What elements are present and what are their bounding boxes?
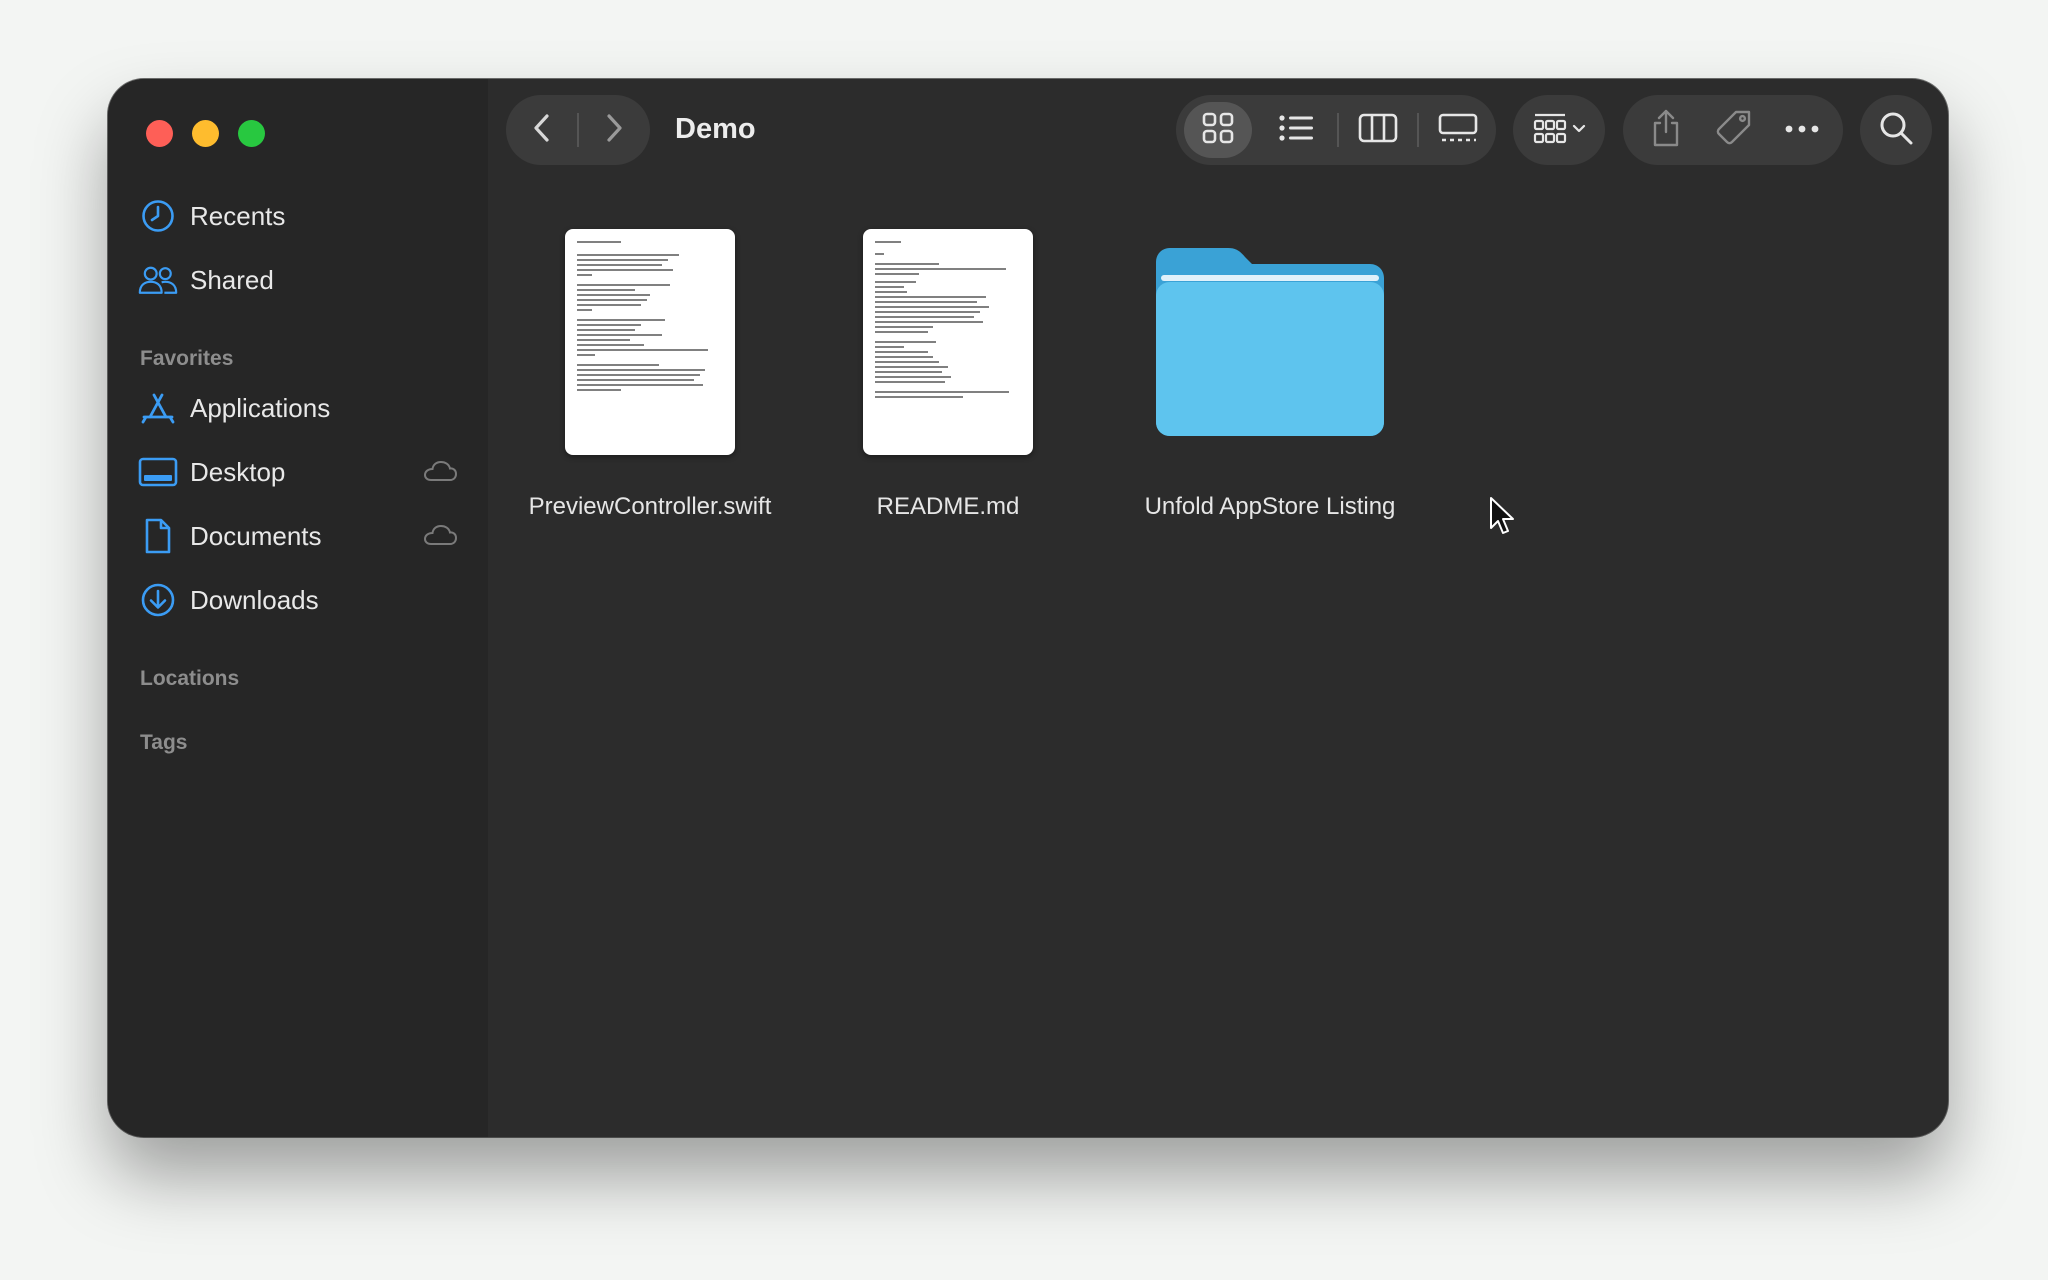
more-button[interactable] [1769, 95, 1835, 165]
share-icon [1650, 108, 1682, 153]
share-button[interactable] [1633, 95, 1699, 165]
sidebar-item-downloads[interactable]: Downloads [138, 575, 468, 625]
window-title: Demo [675, 113, 756, 145]
document-preview-lines [577, 241, 723, 443]
actions-group [1623, 95, 1843, 165]
download-icon [138, 580, 178, 620]
chevron-left-icon [531, 112, 553, 149]
search-button-inner[interactable] [1860, 95, 1932, 165]
column-view-button[interactable] [1344, 95, 1412, 165]
tag-icon [1715, 109, 1753, 152]
sidebar-item-label: Shared [190, 264, 274, 295]
tag-button[interactable] [1701, 95, 1767, 165]
zoom-window-button[interactable] [238, 120, 265, 147]
sidebar-item-shared[interactable]: Shared [138, 255, 468, 305]
sidebar-item-label: Recents [190, 200, 286, 231]
icloud-icon [422, 459, 458, 488]
list-view-icon [1278, 113, 1314, 148]
view-mode-control [1176, 95, 1496, 165]
group-by-control[interactable] [1513, 95, 1605, 165]
swift-file-thumbnail [565, 229, 735, 455]
search-button[interactable] [1860, 95, 1932, 165]
toolbar-divider [1337, 113, 1339, 147]
more-icon [1785, 121, 1819, 139]
sidebar-item-label: Applications [190, 392, 331, 423]
search-icon [1878, 110, 1914, 151]
back-button[interactable] [506, 95, 578, 165]
finder-window: Recents Shared Favorites Applications De… [108, 79, 1948, 1137]
gallery-view-button[interactable] [1424, 95, 1492, 165]
column-view-icon [1358, 112, 1398, 149]
folder-item[interactable]: Unfold AppStore Listing [1120, 229, 1420, 521]
sidebar-item-recents[interactable]: Recents [138, 191, 468, 241]
file-item[interactable]: PreviewController.swift [528, 229, 772, 521]
icloud-icon [422, 523, 458, 552]
folder-icon [1150, 229, 1390, 455]
icon-view-button[interactable] [1184, 95, 1252, 165]
group-by-icon [1531, 111, 1589, 150]
file-name: README.md [876, 493, 1020, 520]
markdown-file-thumbnail [863, 229, 1033, 455]
close-window-button[interactable] [146, 120, 173, 147]
icon-view-icon [1201, 111, 1235, 150]
sidebar: Recents Shared Favorites Applications De… [108, 79, 488, 1137]
tags-header[interactable]: Tags [140, 731, 187, 755]
sidebar-item-applications[interactable]: Applications [138, 383, 468, 433]
sidebar-item-label: Documents [190, 520, 322, 551]
sidebar-item-desktop[interactable]: Desktop [138, 447, 468, 497]
gallery-view-icon [1437, 112, 1479, 149]
forward-button[interactable] [578, 95, 650, 165]
favorites-header: Favorites [140, 347, 234, 370]
chevron-right-icon [603, 112, 625, 149]
minimize-window-button[interactable] [192, 120, 219, 147]
document-icon [138, 516, 178, 556]
mouse-cursor-icon [1488, 496, 1516, 541]
group-by-button[interactable] [1523, 95, 1597, 165]
document-preview-lines [875, 241, 1021, 443]
folder-name: Unfold AppStore Listing [1144, 493, 1396, 520]
file-name: PreviewController.swift [528, 493, 772, 520]
sidebar-item-label: Downloads [190, 584, 319, 615]
shared-people-icon [138, 260, 178, 300]
app-store-icon [138, 388, 178, 428]
sidebar-item-documents[interactable]: Documents [138, 511, 468, 561]
file-item[interactable]: README.md [848, 229, 1048, 521]
list-view-button[interactable] [1262, 95, 1330, 165]
toolbar-divider [1417, 113, 1419, 147]
clock-icon [138, 196, 178, 236]
desktop-icon [138, 452, 178, 492]
locations-header[interactable]: Locations [140, 667, 239, 691]
sidebar-item-label: Desktop [190, 456, 286, 487]
navigation-group [506, 95, 650, 165]
